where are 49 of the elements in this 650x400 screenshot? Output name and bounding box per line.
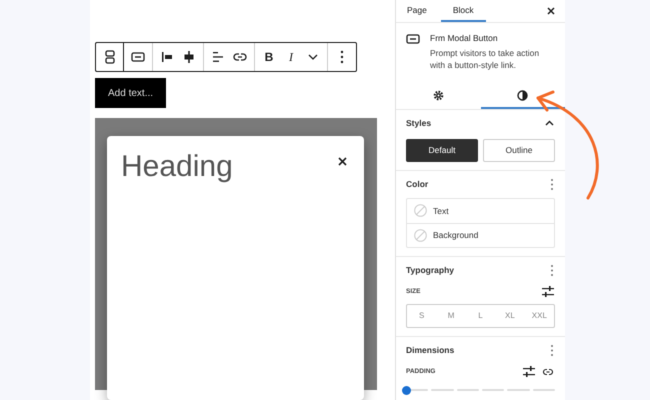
- empty-swatch-icon: [414, 204, 427, 218]
- block-description: Prompt visitors to take action with a button-style link.: [430, 48, 540, 72]
- sidebar-tab[interactable]: Block: [440, 0, 486, 22]
- align-center-icon: [183, 51, 195, 63]
- sliders-icon: [523, 366, 535, 378]
- button-icon: [406, 34, 420, 44]
- chevron-down-icon: [308, 54, 318, 60]
- size-option[interactable]: XXL: [524, 304, 554, 327]
- panel-title: Dimensions: [406, 345, 454, 356]
- color-option[interactable]: Text: [407, 198, 554, 223]
- more-icon: [550, 264, 554, 277]
- button-icon: [131, 52, 145, 62]
- style-option[interactable]: Outline: [483, 138, 555, 162]
- panel-title: Color: [406, 179, 428, 190]
- sidebar-tab[interactable]: Page: [401, 0, 433, 22]
- panel-title: Typography: [406, 265, 454, 276]
- custom-size-button[interactable]: [541, 286, 555, 298]
- panel-title: Styles: [406, 118, 432, 128]
- half-circle-icon: [517, 90, 528, 101]
- size-option[interactable]: S: [407, 304, 436, 327]
- close-icon: [547, 7, 555, 15]
- options-button[interactable]: [549, 344, 555, 357]
- bold-button[interactable]: B: [258, 43, 280, 71]
- link-sides-button[interactable]: [541, 366, 555, 378]
- close-icon: [338, 156, 346, 166]
- add-text-button[interactable]: Add text...: [95, 78, 166, 108]
- text-align-icon: [212, 51, 224, 63]
- blocks-icon: [104, 50, 116, 64]
- more-icon: [550, 178, 554, 191]
- options-button[interactable]: [549, 264, 555, 277]
- slider-thumb[interactable]: [402, 386, 411, 395]
- size-option[interactable]: M: [436, 304, 466, 327]
- gear-icon: [432, 90, 444, 101]
- modal-heading: Heading: [121, 150, 233, 184]
- sliders-icon: [542, 286, 554, 298]
- size-option[interactable]: XL: [495, 304, 525, 327]
- more-icon: [550, 344, 554, 357]
- options-button[interactable]: [549, 178, 555, 191]
- empty-swatch-icon: [414, 228, 427, 242]
- link-icon: [233, 52, 247, 62]
- size-option[interactable]: L: [466, 304, 496, 327]
- custom-padding-button[interactable]: [522, 366, 536, 378]
- link-icon: [542, 368, 554, 376]
- block-title: Frm Modal Button: [430, 33, 499, 43]
- more-icon: [340, 50, 344, 64]
- style-option[interactable]: Default: [406, 138, 478, 162]
- italic-button[interactable]: I: [280, 43, 302, 71]
- align-left-icon: [161, 51, 173, 63]
- color-option[interactable]: Background: [407, 222, 554, 247]
